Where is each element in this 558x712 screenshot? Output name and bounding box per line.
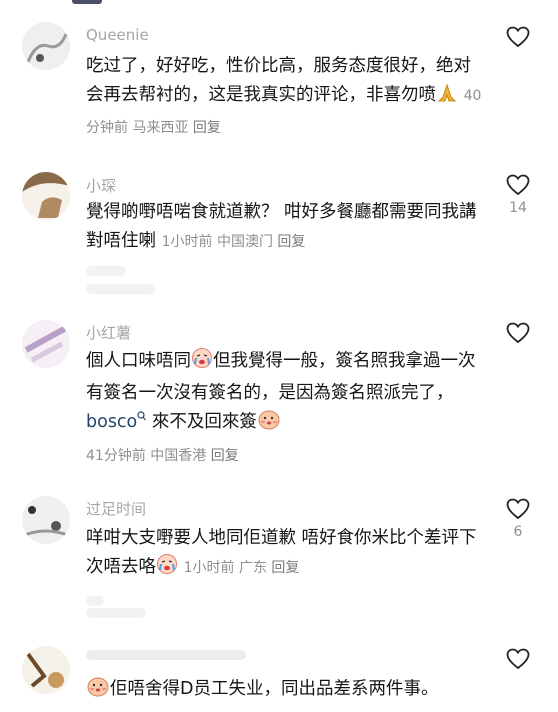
crying-face-emoji — [191, 347, 213, 379]
collapsed-reply-placeholder — [86, 608, 146, 618]
mention-name: bosco — [86, 412, 138, 432]
username[interactable]: 小红薯 — [86, 322, 131, 343]
username-obscured — [86, 650, 246, 660]
comment-text-content: 吃过了，好好吃，性价比高，服务态度很好，绝对会再去帮衬的，这是我真实的评论，非喜… — [86, 56, 471, 105]
praying-hands-emoji — [436, 83, 458, 113]
like-count: 14 — [509, 200, 527, 216]
comment-meta: 1小时前 中国澳门 回复 — [162, 234, 306, 250]
avatar[interactable] — [22, 172, 70, 220]
reply-button[interactable]: 回复 — [211, 448, 239, 464]
heart-outline-icon — [506, 174, 530, 196]
like-button[interactable] — [504, 26, 532, 52]
previous-avatar-edge — [72, 0, 102, 4]
comment-text: 佢唔舍得D员工失业，同出品差系两件事。 — [86, 675, 486, 707]
comment-text: 覺得啲嘢唔啱食就道歉？ 咁好多餐廳都需要同我講對唔住喇 1小时前 中国澳门 回复 — [86, 198, 486, 257]
comment-location: 中国澳门 — [216, 234, 273, 250]
username[interactable]: 小琛 — [86, 175, 116, 196]
avatar[interactable] — [22, 646, 70, 694]
comment-location: 广东 — [238, 560, 267, 576]
comment-meta: 1小时前 广东 回复 — [184, 560, 300, 576]
crying-face-emoji — [156, 553, 178, 585]
username[interactable]: Queenie — [86, 26, 149, 44]
comment-text-part: 來不及回來簽 — [151, 412, 257, 432]
avatar[interactable] — [22, 496, 70, 544]
collapsed-reply-placeholder — [86, 266, 126, 276]
like-button[interactable] — [504, 322, 532, 348]
search-mini-icon — [137, 411, 147, 421]
collapsed-reply-placeholder — [86, 596, 104, 606]
comment-time: 1小时前 — [161, 234, 213, 250]
reply-button[interactable]: 回复 — [277, 234, 305, 250]
reply-button[interactable]: 回复 — [271, 560, 299, 576]
embarrassed-face-emoji — [86, 675, 110, 707]
like-button[interactable]: 6 — [504, 498, 532, 540]
embarrassed-face-emoji — [257, 408, 281, 440]
like-button[interactable]: 14 — [504, 174, 532, 216]
username[interactable]: 过足时间 — [86, 498, 146, 519]
comment-text: 咩咁大支嘢要人地同佢道歉 唔好食你米比个差评下次唔去咯 1小时前 广东 回复 — [86, 524, 486, 585]
comment-time: 41分钟前 — [86, 448, 146, 464]
like-button[interactable] — [504, 648, 532, 670]
like-count: 6 — [513, 524, 523, 540]
comment-location: 中国香港 — [150, 448, 207, 464]
collapsed-reply-placeholder — [86, 284, 156, 294]
comment-location: 马来西亚 — [132, 120, 189, 136]
heart-outline-icon — [506, 322, 530, 344]
comment-time: 1小时前 — [183, 560, 235, 576]
heart-outline-icon — [506, 26, 530, 48]
heart-outline-icon — [506, 648, 530, 670]
reply-button[interactable]: 回复 — [193, 120, 221, 136]
avatar[interactable] — [22, 320, 70, 368]
comment-meta: 41分钟前 中国香港 回复 — [86, 442, 486, 471]
comment-text: 吃过了，好好吃，性价比高，服务态度很好，绝对会再去帮衬的，这是我真实的评论，非喜… — [86, 52, 486, 143]
comment-text: 個人口味唔同 但我覺得一般，簽名照我拿過一次有簽名一次沒有簽名的，是因為簽名照派完… — [86, 347, 486, 471]
comment-text-part: 個人口味唔同 — [86, 351, 191, 371]
avatar[interactable] — [22, 22, 70, 70]
heart-outline-icon — [506, 498, 530, 520]
comment-text-content: 佢唔舍得D员工失业，同出品差系两件事。 — [110, 679, 439, 699]
mention-link[interactable]: bosco — [86, 411, 147, 432]
